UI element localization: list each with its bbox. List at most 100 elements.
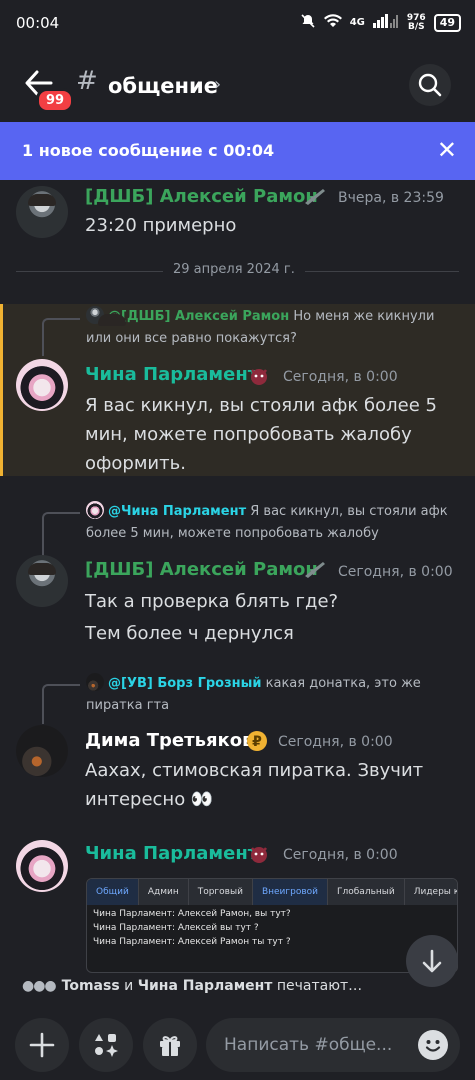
net-speed: 976 B/S bbox=[407, 13, 426, 32]
svg-text:₽: ₽ bbox=[252, 734, 262, 750]
reply-text: Я вас кикнул, вы стояли афк bbox=[250, 504, 448, 519]
network-type: 4G bbox=[349, 17, 365, 28]
reply-author: @Чина Парламент bbox=[108, 504, 247, 519]
signal-icon bbox=[372, 14, 399, 31]
message-timestamp: Сегодня, в 0:00 bbox=[283, 847, 398, 863]
chevron-right-icon[interactable]: › bbox=[214, 74, 221, 95]
embed-tab: Админ bbox=[139, 879, 189, 905]
embed-tab: Торговый bbox=[189, 879, 253, 905]
reply-spine bbox=[42, 512, 80, 556]
avatar[interactable] bbox=[16, 186, 68, 238]
message-line: Аахах, стимовская пиратка. Звучит bbox=[85, 760, 424, 781]
reply-preview[interactable]: @Чина Парламент Я вас кикнул, вы стояли … bbox=[86, 500, 466, 545]
reply-preview[interactable]: @[УВ] Борз Грозный какая донатка, это же… bbox=[86, 672, 466, 717]
reply-spine bbox=[42, 684, 80, 724]
reply-preview[interactable]: @[ДШБ] Алексей Рамон Но меня же кикнули … bbox=[86, 305, 466, 350]
message-line: оформить. bbox=[85, 453, 186, 474]
scroll-to-bottom-button[interactable] bbox=[406, 935, 458, 987]
message-timestamp: Сегодня, в 0:00 bbox=[278, 734, 393, 750]
message-author[interactable]: Дима Третьяков bbox=[85, 730, 254, 751]
reply-text: Но меня же кикнули bbox=[293, 309, 435, 324]
message-line: Так а проверка блять где? bbox=[85, 591, 339, 612]
battery-icon: 49 bbox=[433, 13, 461, 32]
embed-chat-line: Чина Парламент: Алексей Рамон, вы тут? bbox=[93, 909, 291, 919]
avatar[interactable] bbox=[16, 555, 68, 607]
embed-tab: Внеигровой bbox=[252, 879, 328, 905]
embed-tab: Глобальный bbox=[328, 879, 405, 905]
typing-user: Чина Парламент bbox=[137, 978, 273, 994]
message-author[interactable]: [ДШБ] Алексей Рамон bbox=[85, 559, 318, 580]
message-timestamp: Сегодня, в 0:00 bbox=[283, 369, 398, 385]
battery-level: 49 bbox=[439, 15, 455, 29]
reply-avatar bbox=[86, 672, 104, 691]
message-text: 23:20 примерно bbox=[85, 215, 237, 236]
plus-icon bbox=[29, 1032, 55, 1058]
message-author[interactable]: Чина Парламент bbox=[85, 364, 258, 385]
avatar[interactable] bbox=[16, 725, 68, 777]
apps-button[interactable] bbox=[79, 1018, 133, 1072]
message-line: мин, можете попробовать жалобу bbox=[85, 424, 412, 445]
reply-author: @[ДШБ] Алексей Рамон bbox=[108, 309, 290, 324]
status-icons: 4G 976 B/S 49 bbox=[300, 13, 461, 32]
net-speed-unit: B/S bbox=[407, 21, 425, 32]
reply-avatar bbox=[86, 500, 104, 519]
message-input[interactable]: Написать #обще... bbox=[206, 1018, 460, 1072]
embed-chat-line: Чина Парламент: Алексей Рамон ты тут ? bbox=[93, 937, 291, 947]
search-icon bbox=[418, 73, 442, 97]
message-line: Я вас кикнул, вы стояли афк более 5 bbox=[85, 395, 437, 416]
message-text: Аахах, стимовская пиратка. Звучит интере… bbox=[85, 756, 455, 814]
devil-emoji-icon bbox=[248, 843, 270, 869]
typing-user: Tomass bbox=[61, 978, 120, 994]
message-input-placeholder: Написать #обще... bbox=[224, 1035, 393, 1055]
message-composer: Написать #обще... bbox=[0, 1012, 475, 1080]
message-text: Так а проверка блять где? Тем более ч де… bbox=[85, 586, 455, 650]
embed-tab: Общий bbox=[87, 879, 139, 905]
channel-title[interactable]: общение bbox=[108, 74, 218, 98]
status-bar: 00:04 4G 976 B/S 49 bbox=[0, 0, 475, 48]
embed-tab: Лидеры кл... bbox=[405, 879, 457, 905]
message-text: Я вас кикнул, вы стояли афк более 5 мин,… bbox=[85, 391, 455, 478]
mute-bell-icon bbox=[300, 13, 316, 32]
devil-emoji-icon bbox=[248, 365, 270, 391]
message-line: Тем более ч дернулся bbox=[85, 623, 294, 644]
status-time: 00:04 bbox=[16, 14, 60, 32]
reply-text-cont: или они все равно покажутся? bbox=[86, 331, 297, 346]
reply-text: какая донатка, это же bbox=[265, 676, 421, 691]
message-author[interactable]: [ДШБ] Алексей Рамон bbox=[85, 186, 318, 207]
arrow-down-icon bbox=[422, 949, 442, 973]
reply-avatar bbox=[86, 305, 126, 326]
emoji-icon[interactable] bbox=[418, 1030, 448, 1060]
rifle-role-icon bbox=[303, 186, 327, 210]
search-button[interactable] bbox=[409, 64, 451, 106]
new-messages-banner[interactable]: 1 новое сообщение с 00:04 ✕ bbox=[0, 122, 475, 180]
image-attachment[interactable]: Общий Админ Торговый Внеигровой Глобальн… bbox=[86, 878, 458, 973]
reply-text-cont: более 5 мин, можете попробовать жалобу bbox=[86, 526, 379, 541]
apps-icon bbox=[95, 1034, 118, 1057]
avatar[interactable] bbox=[16, 840, 68, 892]
embed-chat-line: Чина Парламент: Алексей вы тут ? bbox=[93, 923, 259, 933]
gift-icon bbox=[160, 1036, 180, 1056]
rifle-role-icon bbox=[303, 559, 327, 583]
hash-icon: # bbox=[76, 66, 98, 96]
typing-indicator: ●●● Tomass и Чина Парламент печатают… bbox=[22, 978, 362, 994]
message-author[interactable]: Чина Парламент bbox=[85, 843, 258, 864]
ruble-coin-icon: ₽ bbox=[246, 730, 268, 756]
add-attachment-button[interactable] bbox=[15, 1018, 69, 1072]
typing-suffix: печатают… bbox=[276, 978, 363, 994]
reply-spine bbox=[42, 318, 80, 356]
reply-text-cont: пиратка гта bbox=[86, 698, 170, 713]
close-icon[interactable]: ✕ bbox=[437, 136, 457, 164]
embed-tabs: Общий Админ Торговый Внеигровой Глобальн… bbox=[87, 879, 457, 905]
reply-author: @[УВ] Борз Грозный bbox=[108, 676, 262, 691]
wifi-icon bbox=[323, 14, 342, 31]
channel-header: 99 # общение › bbox=[0, 48, 475, 122]
date-divider: 29 апреля 2024 г. bbox=[163, 262, 305, 277]
avatar[interactable] bbox=[16, 359, 68, 411]
gift-button[interactable] bbox=[143, 1018, 197, 1072]
message-timestamp: Вчера, в 23:59 bbox=[338, 190, 444, 206]
message-line: интересно 👀 bbox=[85, 789, 214, 810]
new-messages-text: 1 новое сообщение с 00:04 bbox=[22, 141, 275, 160]
message-timestamp: Сегодня, в 0:00 bbox=[338, 564, 453, 580]
typing-dots-icon: ●●● bbox=[22, 978, 57, 994]
unread-badge: 99 bbox=[36, 88, 75, 113]
